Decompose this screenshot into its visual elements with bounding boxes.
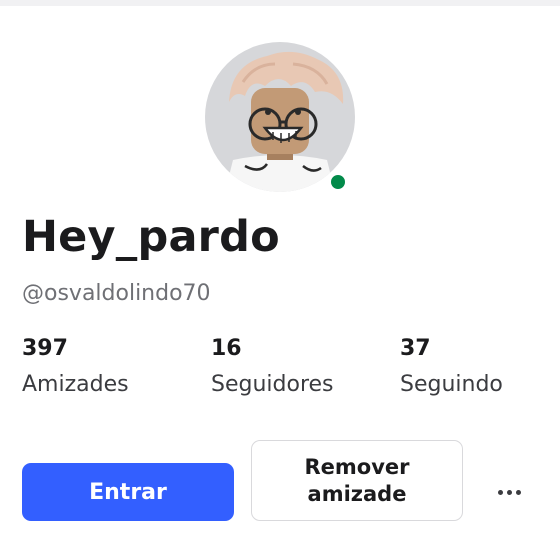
stat-followers-count: 16 [211,336,242,361]
more-horizontal-icon-dot [506,489,512,495]
stat-followers[interactable]: 16 Seguidores [211,335,334,399]
avatar[interactable] [205,42,355,192]
stat-friends-label: Amizades [22,372,129,397]
stat-following-label: Seguindo [400,372,503,397]
more-horizontal-icon-dot [515,489,521,495]
stat-followers-label: Seguidores [211,372,334,397]
stat-friends-count: 397 [22,336,68,361]
avatar-image [205,42,355,192]
stat-following[interactable]: 37 Seguindo [400,335,503,399]
stat-following-count: 37 [400,336,431,361]
more-options-button[interactable] [490,476,528,508]
avatar-illustration [225,51,344,192]
stat-friends[interactable]: 397 Amizades [22,335,129,399]
top-divider [0,0,560,6]
online-status-indicator [328,172,348,192]
remove-friend-button[interactable]: Remover amizade [251,440,463,521]
display-name: Hey_pardo [22,212,280,262]
username: @osvaldolindo70 [22,281,211,306]
more-horizontal-icon [497,489,503,495]
join-button[interactable]: Entrar [22,463,234,521]
